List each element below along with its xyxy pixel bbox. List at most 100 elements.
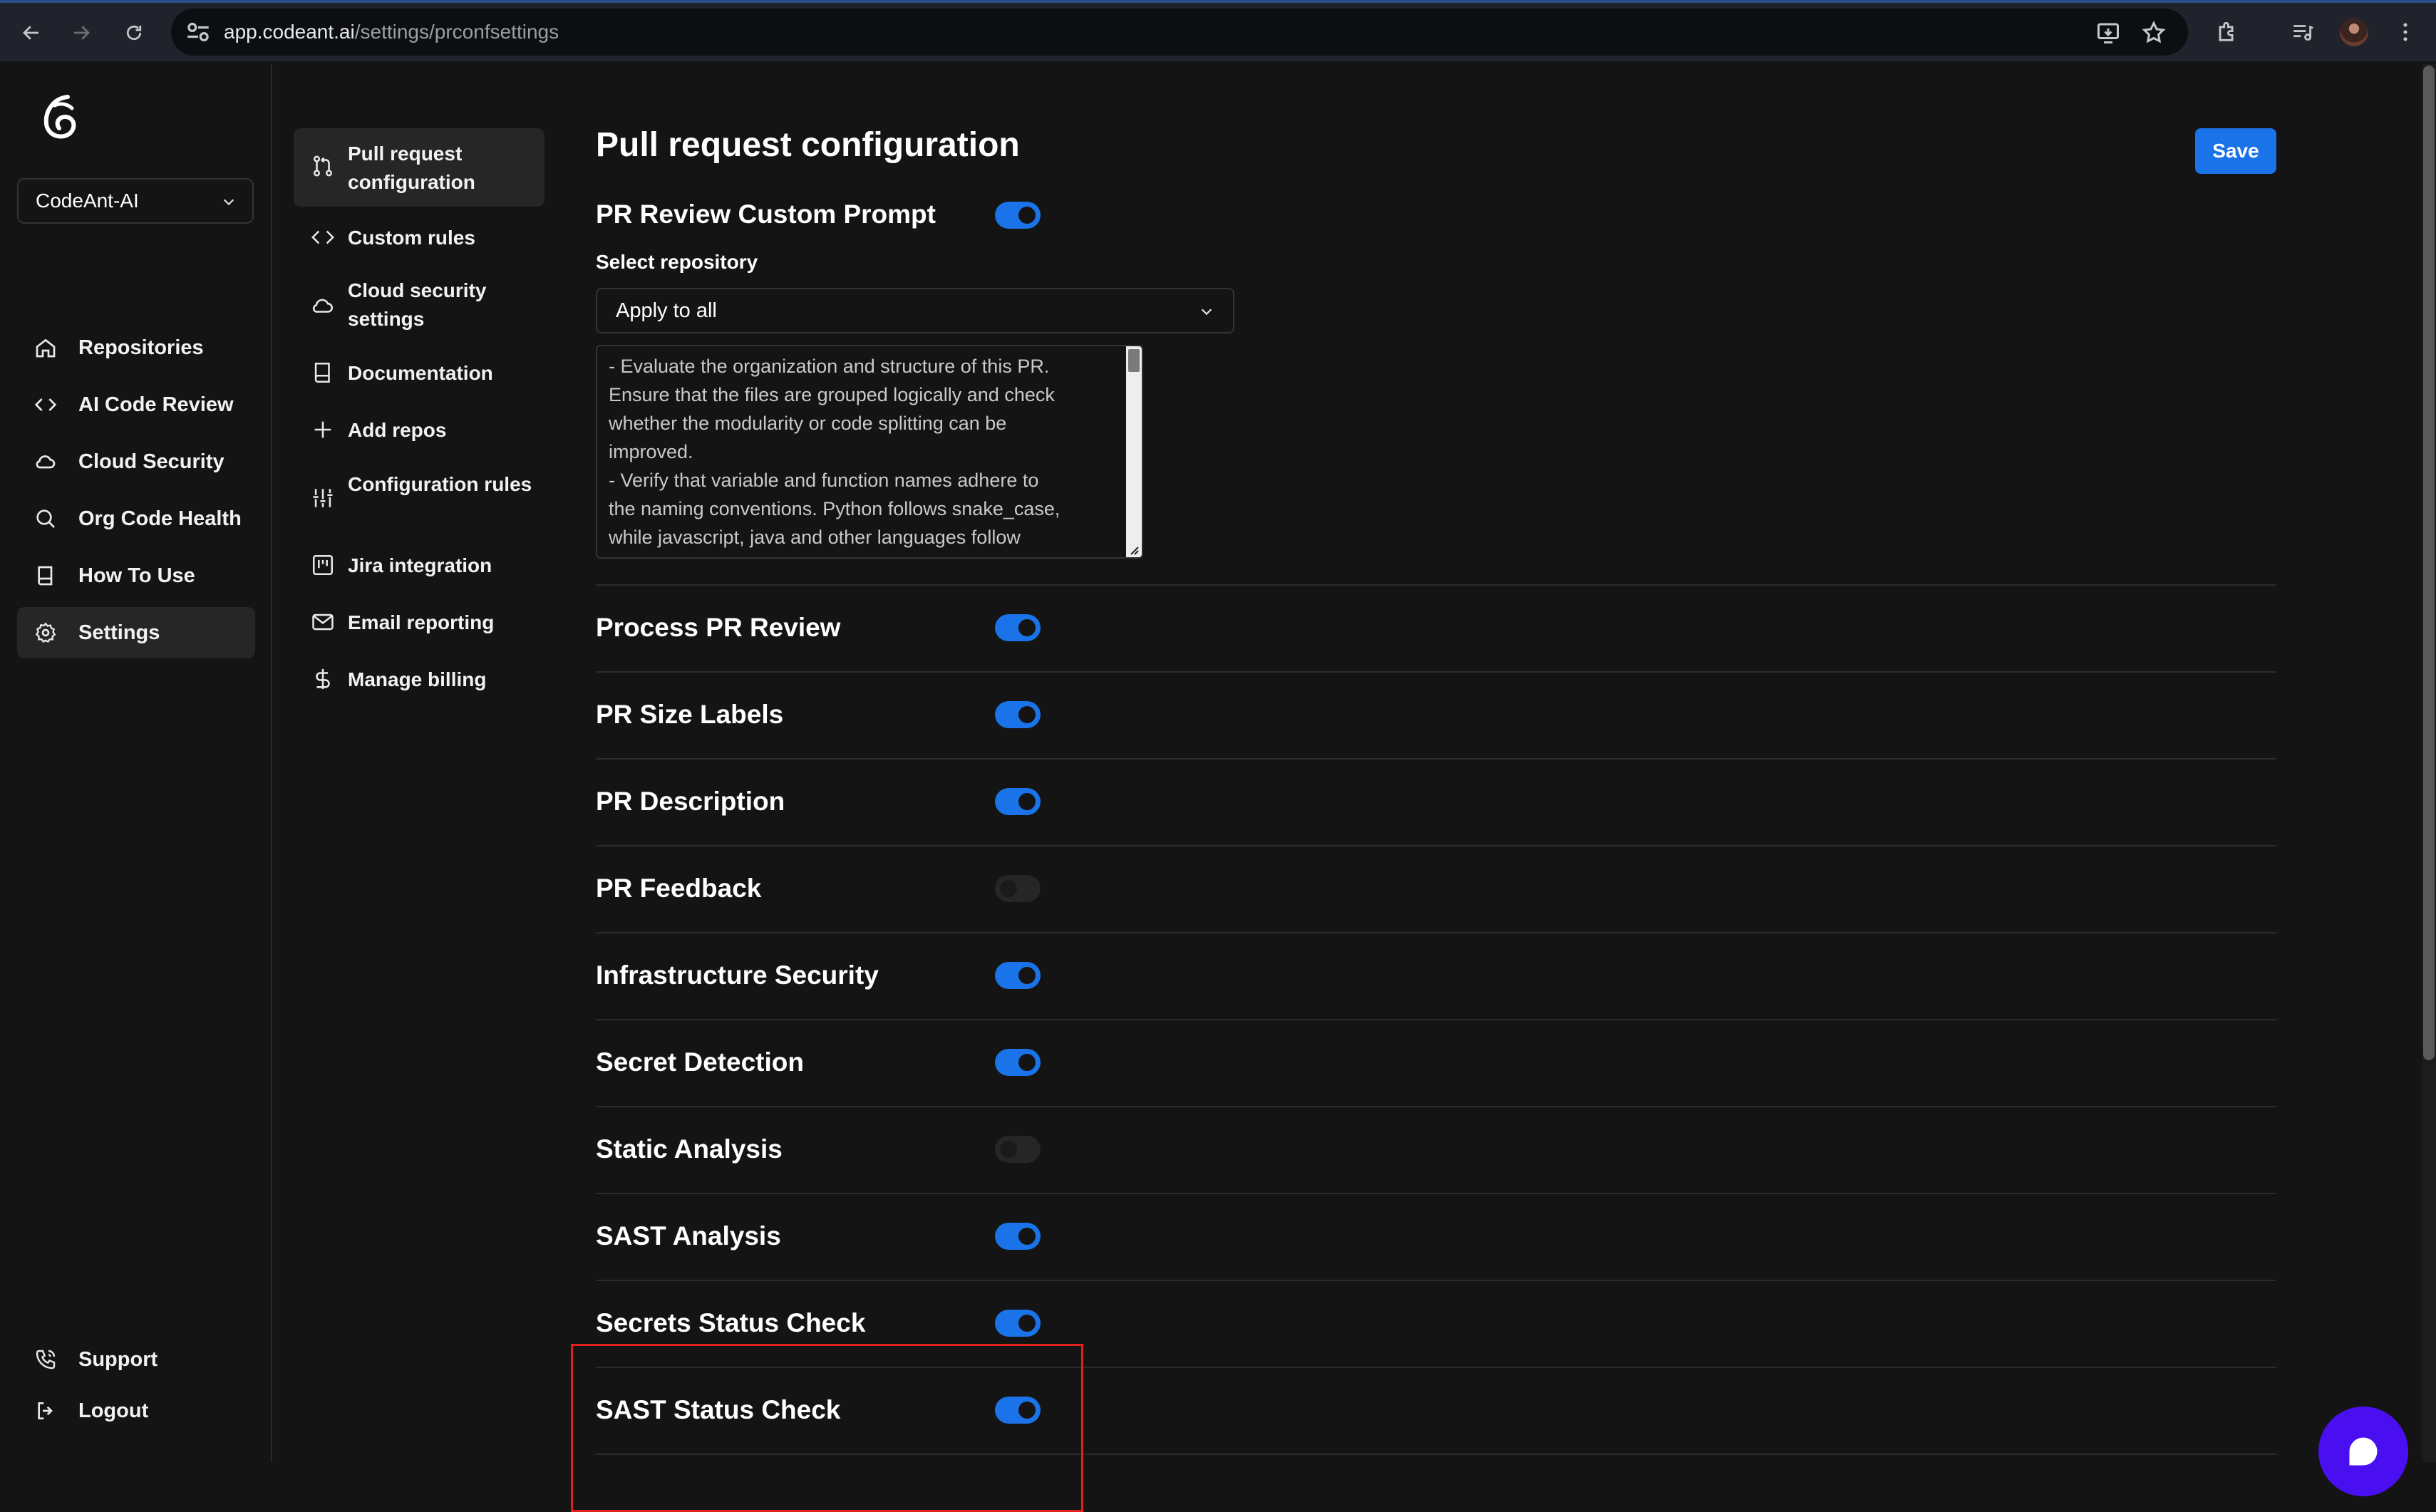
- toggle-knob: [1018, 1228, 1036, 1245]
- textarea-scrollbar-thumb[interactable]: [1128, 349, 1140, 372]
- mail-icon: [312, 613, 334, 631]
- settings-nav-label: Documentation: [348, 362, 493, 384]
- page-scrollbar-thumb[interactable]: [2423, 66, 2435, 1060]
- toggle-knob: [1018, 1054, 1036, 1071]
- sidebar: CodeAnt-AI Repositories AI Code Review C…: [0, 64, 272, 1462]
- extensions-button[interactable]: [2212, 17, 2242, 47]
- toggle-knob: [1000, 880, 1017, 897]
- sidebar-item-logout[interactable]: Logout: [17, 1385, 255, 1436]
- avatar: [2340, 18, 2368, 46]
- divider: [596, 1280, 2276, 1281]
- sidebar-item-org-code-health[interactable]: Org Code Health: [17, 493, 255, 544]
- settings-nav-item-add-repos[interactable]: Add repos: [294, 409, 545, 452]
- sidebar-item-settings[interactable]: Settings: [17, 607, 255, 658]
- sidebar-item-label: Org Code Health: [78, 507, 242, 530]
- sidebar-item-how-to-use[interactable]: How To Use: [17, 550, 255, 601]
- chevron-down-icon: [1201, 309, 1212, 316]
- cloud-icon: [312, 299, 333, 313]
- sidebar-item-cloud-security[interactable]: Cloud Security: [17, 436, 255, 487]
- settings-nav-label: Email reporting: [348, 611, 495, 633]
- setting-label: Process PR Review: [596, 613, 841, 642]
- custom-prompt-toggle[interactable]: [995, 202, 1041, 229]
- static-analysis-toggle[interactable]: [995, 1136, 1041, 1163]
- back-button[interactable]: [14, 16, 48, 50]
- kanban-icon: [312, 554, 334, 576]
- setting-label: Secret Detection: [596, 1047, 804, 1077]
- settings-nav-item-jira-integration[interactable]: Jira integration: [294, 544, 545, 587]
- settings-nav-item-cloud-security-settings[interactable]: Cloud security settings: [294, 271, 545, 342]
- secrets-status-check-toggle[interactable]: [995, 1310, 1041, 1337]
- toggle-knob: [1018, 706, 1036, 723]
- browser-toolbar: app.codeant.ai/settings/prconfsettings: [0, 0, 2436, 61]
- home-icon: [33, 335, 58, 361]
- sidebar-item-label: Logout: [78, 1399, 149, 1422]
- cloud-icon: [33, 449, 58, 475]
- codeant-logo-icon[interactable]: [38, 93, 83, 143]
- reload-button[interactable]: [117, 16, 151, 50]
- logout-icon: [33, 1398, 58, 1424]
- browser-menu-button[interactable]: [2390, 17, 2420, 47]
- dollar-icon: [316, 668, 330, 690]
- secret-detection-toggle[interactable]: [995, 1049, 1041, 1076]
- forward-button[interactable]: [64, 16, 98, 50]
- divider: [596, 845, 2276, 846]
- custom-prompt-label: PR Review Custom Prompt: [596, 200, 936, 229]
- site-settings-icon[interactable]: [184, 19, 212, 45]
- pr-feedback-toggle[interactable]: [995, 875, 1041, 902]
- install-app-icon[interactable]: [2095, 20, 2121, 46]
- org-name: CodeAnt-AI: [36, 190, 139, 212]
- pr-size-labels-toggle[interactable]: [995, 701, 1041, 728]
- toggle-knob: [1018, 207, 1036, 224]
- sidebar-item-repositories[interactable]: Repositories: [17, 322, 255, 373]
- select-repository-label: Select repository: [596, 251, 758, 273]
- arrow-left-icon: [23, 26, 38, 40]
- sidebar-item-support[interactable]: Support: [17, 1334, 255, 1385]
- process-pr-review-toggle[interactable]: [995, 614, 1041, 641]
- search-icon: [33, 506, 58, 532]
- sidebar-item-ai-code-review[interactable]: AI Code Review: [17, 379, 255, 430]
- settings-nav-item-custom-rules[interactable]: Custom rules: [294, 217, 545, 259]
- playlist-icon: [2293, 25, 2313, 41]
- org-select[interactable]: CodeAnt-AI: [17, 178, 254, 224]
- chevron-down-icon: [223, 199, 234, 206]
- arrow-right-icon: [74, 26, 90, 40]
- chat-bubble-icon: [2349, 1437, 2378, 1466]
- setting-label: PR Feedback: [596, 874, 762, 903]
- toggle-knob: [1018, 1315, 1036, 1332]
- setting-label: Static Analysis: [596, 1134, 783, 1164]
- plus-icon: [314, 421, 331, 438]
- repository-select[interactable]: Apply to all: [596, 288, 1234, 333]
- settings-nav-label: Jira integration: [348, 554, 492, 576]
- phone-icon: [33, 1347, 58, 1372]
- settings-nav-item-documentation[interactable]: Documentation: [294, 352, 545, 395]
- url-host: app.codeant.ai: [224, 21, 355, 43]
- address-bar[interactable]: app.codeant.ai/settings/prconfsettings: [171, 9, 2188, 56]
- settings-nav-item-configuration-rules[interactable]: Configuration rules: [294, 463, 545, 534]
- media-control-button[interactable]: [2288, 17, 2318, 47]
- textarea-scrollbar[interactable]: [1126, 346, 1142, 557]
- code-icon: [311, 230, 334, 244]
- resize-handle-icon[interactable]: [1128, 544, 1140, 556]
- save-button[interactable]: Save: [2195, 128, 2276, 174]
- gear-icon: [33, 620, 58, 646]
- sidebar-item-label: How To Use: [78, 564, 195, 587]
- repository-select-value: Apply to all: [616, 299, 717, 322]
- chat-widget-button[interactable]: [2318, 1407, 2408, 1496]
- pr-description-toggle[interactable]: [995, 788, 1041, 815]
- sast-analysis-toggle[interactable]: [995, 1223, 1041, 1250]
- infrastructure-security-toggle[interactable]: [995, 962, 1041, 989]
- divider: [596, 932, 2276, 933]
- settings-nav-label: Pull request configuration: [348, 143, 475, 193]
- settings-nav-item-email-reporting[interactable]: Email reporting: [294, 601, 545, 644]
- profile-avatar[interactable]: [2339, 17, 2369, 47]
- settings-nav-label: Add repos: [348, 419, 447, 441]
- toggle-knob: [1018, 793, 1036, 810]
- settings-nav-item-pull-request-configuration[interactable]: Pull request configuration: [294, 128, 545, 207]
- divider: [596, 1193, 2276, 1194]
- settings-nav-item-manage-billing[interactable]: Manage billing: [294, 658, 545, 701]
- setting-label: Infrastructure Security: [596, 960, 879, 990]
- bookmark-star-icon[interactable]: [2141, 20, 2167, 46]
- git-pull-request-icon: [313, 155, 333, 177]
- sidebar-item-label: Support: [78, 1347, 158, 1371]
- custom-prompt-textarea[interactable]: - Evaluate the organization and structur…: [596, 345, 1143, 559]
